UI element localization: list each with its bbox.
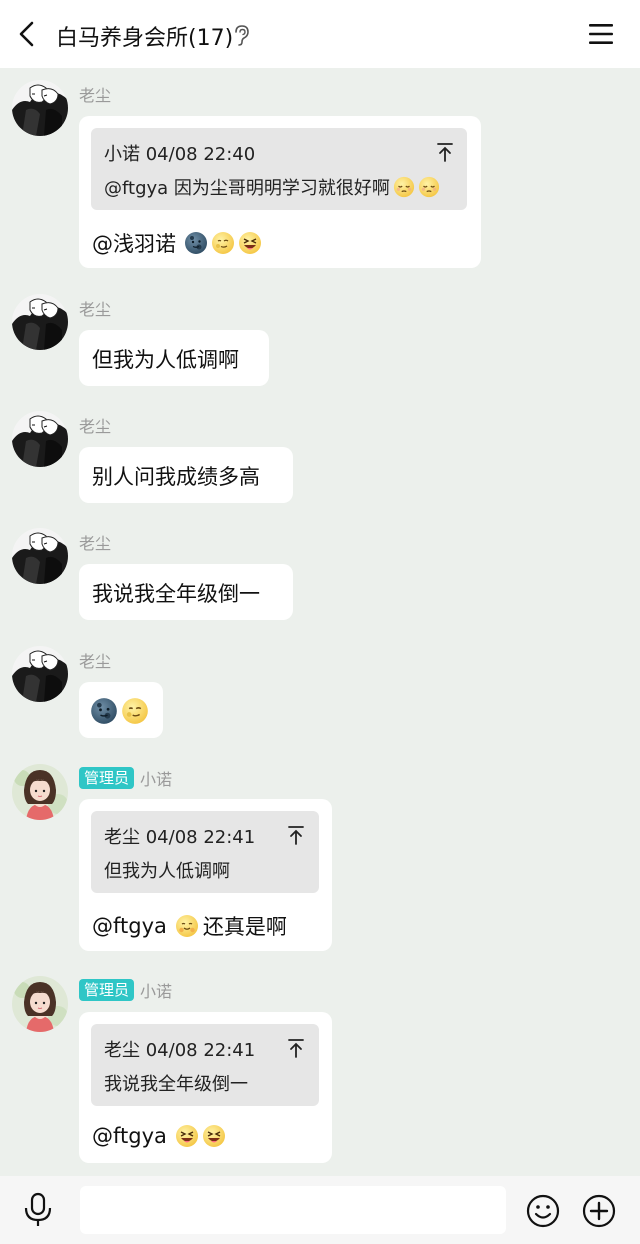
sender-name: 小诺 [140,770,173,789]
message-list[interactable]: 老尘 小诺 04/08 22:40 @ftgya 因为尘哥明明学习就很好啊 @浅… [0,68,640,1176]
quote-header: 老尘 04/08 22:41 [104,827,256,848]
admin-badge: 管理员 [79,767,135,789]
message-bubble[interactable]: 别人问我成绩多高 [79,447,293,503]
message-bubble[interactable]: 但我为人低调啊 [79,330,269,386]
sender-name: 老尘 [79,300,112,319]
quote-header: 小诺 04/08 22:40 [104,144,256,165]
message-text: @ftgya [92,914,167,938]
avatar[interactable] [12,764,68,820]
avatar[interactable] [12,646,68,702]
message-item: 老尘 小诺 04/08 22:40 @ftgya 因为尘哥明明学习就很好啊 @浅… [0,68,640,280]
pensive-face-icon [418,176,440,198]
message-bubble[interactable]: 老尘 04/08 22:41 但我为人低调啊 @ftgya 还真是啊 [79,799,332,951]
avatar[interactable] [12,80,68,136]
message-text: 别人问我成绩多高 [92,465,260,489]
message-bubble[interactable]: 我说我全年级倒一 [79,564,293,620]
ear-icon[interactable] [232,24,250,46]
new-moon-face-icon [184,231,208,255]
menu-icon[interactable] [588,22,614,46]
message-text: @ftgya [92,1124,167,1148]
admin-badge: 管理员 [79,979,135,1001]
avatar[interactable] [12,411,68,467]
new-moon-face-icon [90,697,118,725]
chat-title: 白马养身会所(17) [56,26,234,51]
quote-body: 但我为人低调啊 [104,861,230,882]
message-text: 我说我全年级倒一 [92,582,260,606]
quoted-message[interactable]: 小诺 04/08 22:40 @ftgya 因为尘哥明明学习就很好啊 [91,128,467,210]
sender-name: 老尘 [79,534,112,553]
sender-name: 老尘 [79,652,112,671]
plus-icon[interactable] [582,1194,616,1228]
pin-top-icon[interactable] [287,825,305,845]
avatar[interactable] [12,528,68,584]
message-bubble[interactable] [79,682,163,738]
sender-name: 老尘 [79,86,112,105]
laughing-face-icon [238,231,262,255]
message-item: 管理员 小诺 老尘 04/08 22:41 但我为人低调啊 @ftgya 还真是… [0,752,640,952]
quoted-message[interactable]: 老尘 04/08 22:41 但我为人低调啊 [91,811,319,893]
message-text-after: 还真是啊 [202,915,287,939]
hugging-face-icon [175,914,199,938]
quoted-message[interactable]: 老尘 04/08 22:41 我说我全年级倒一 [91,1024,319,1106]
message-item: 老尘 别人问我成绩多高 [0,399,640,509]
message-item: 老尘 但我为人低调啊 [0,282,640,392]
quote-header: 老尘 04/08 22:41 [104,1040,256,1061]
quote-body: 我说我全年级倒一 [104,1074,248,1095]
back-arrow-icon[interactable] [14,20,42,48]
emoji-icon[interactable] [526,1194,560,1228]
microphone-icon[interactable] [22,1192,54,1228]
input-bar [0,1176,640,1244]
message-item: 老尘 [0,634,640,744]
quote-body: @ftgya 因为尘哥明明学习就很好啊 [104,178,390,199]
laughing-face-icon [175,1124,199,1148]
pin-top-icon[interactable] [287,1038,305,1058]
chat-header: 白马养身会所(17) [0,0,640,68]
message-item: 管理员 小诺 老尘 04/08 22:41 我说我全年级倒一 @ftgya [0,964,640,1174]
laughing-face-icon [202,1124,226,1148]
message-bubble[interactable]: 老尘 04/08 22:41 我说我全年级倒一 @ftgya [79,1012,332,1163]
message-text: 但我为人低调啊 [92,348,239,372]
message-input[interactable] [80,1186,506,1234]
sender-name: 老尘 [79,417,112,436]
full-moon-face-icon [211,231,235,255]
full-moon-face-icon [121,697,149,725]
message-text: @浅羽诺 [92,232,176,256]
message-item: 老尘 我说我全年级倒一 [0,516,640,626]
message-bubble[interactable]: 小诺 04/08 22:40 @ftgya 因为尘哥明明学习就很好啊 @浅羽诺 [79,116,481,268]
avatar[interactable] [12,294,68,350]
sender-name: 小诺 [140,982,173,1001]
pin-top-icon[interactable] [436,142,454,162]
pensive-face-icon [393,176,415,198]
avatar[interactable] [12,976,68,1032]
